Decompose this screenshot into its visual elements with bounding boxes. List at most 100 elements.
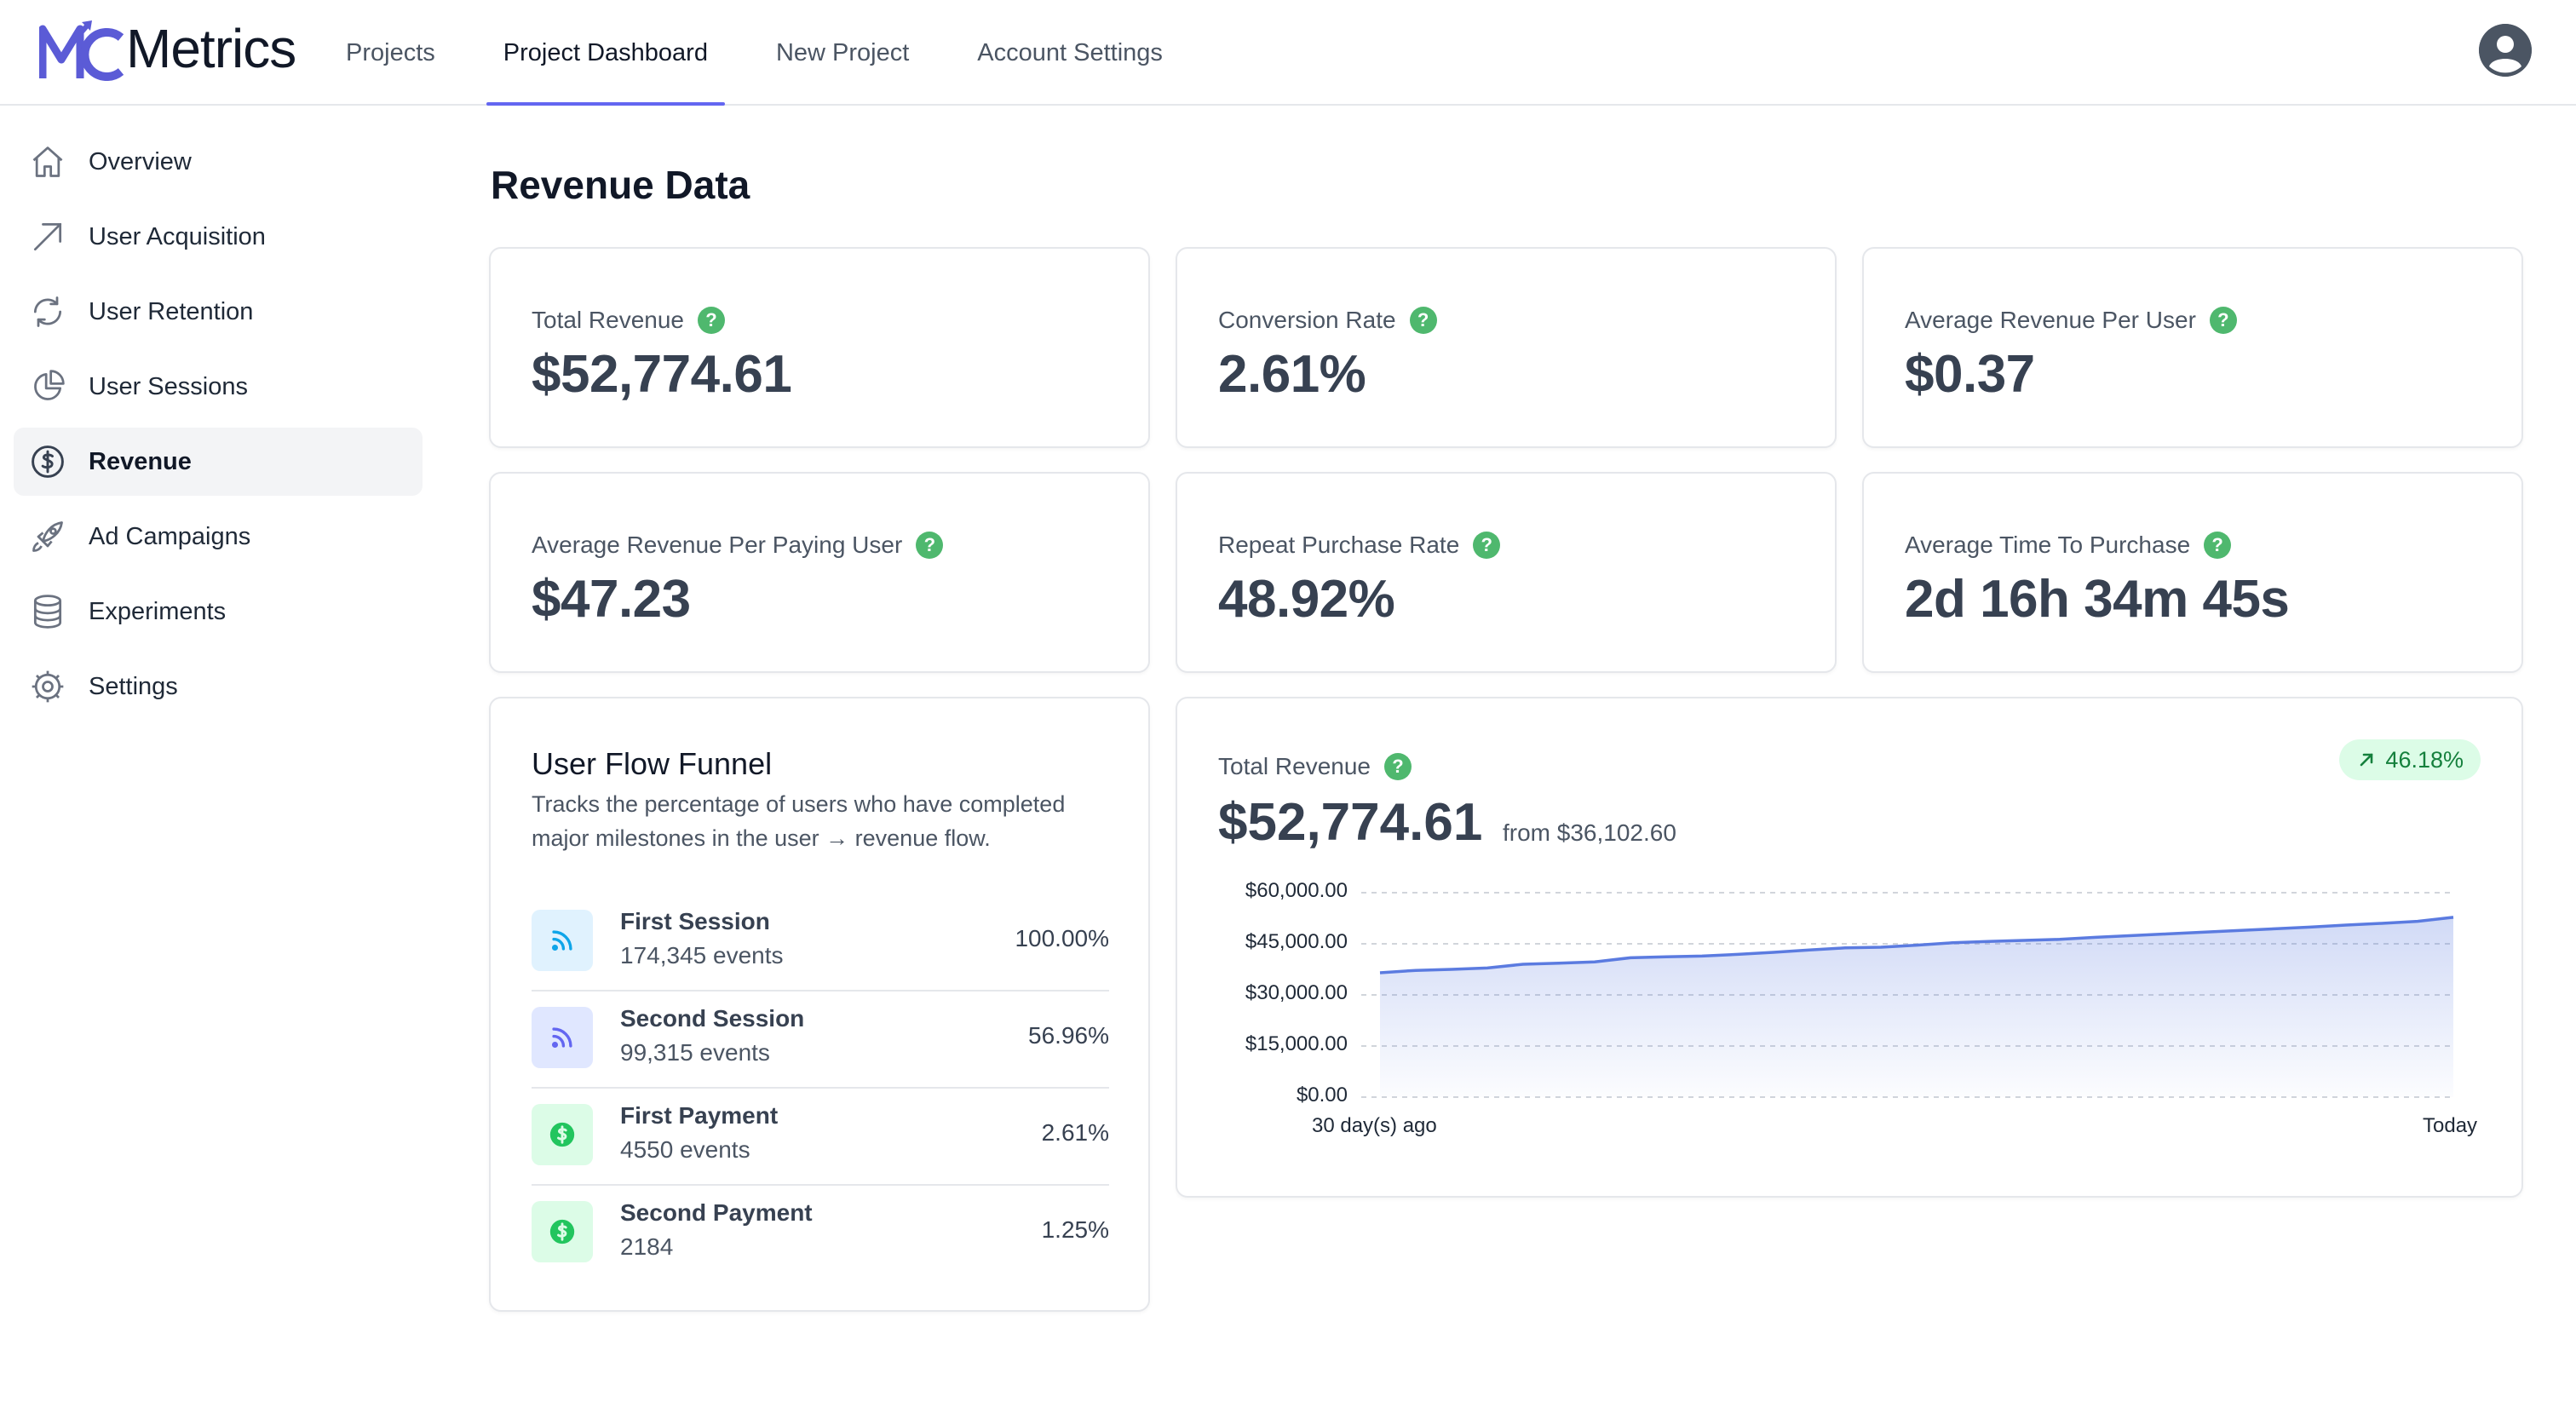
total-revenue-chart-card: Total Revenue ? $52,774.61 from $36,102.… bbox=[1176, 697, 2523, 1198]
y-tick-label: $30,000.00 bbox=[1245, 981, 1348, 1004]
sidebar-item-user-sessions[interactable]: User Sessions bbox=[14, 353, 423, 421]
stat-card-arpu: Average Revenue Per User ? $0.37 bbox=[1862, 247, 2523, 448]
sidebar-item-ad-campaigns[interactable]: Ad Campaigns bbox=[14, 503, 423, 571]
sidebar-item-label: Experiments bbox=[89, 597, 227, 625]
top-nav: Projects Project Dashboard New Project A… bbox=[324, 0, 1209, 106]
sidebar-item-revenue[interactable]: Revenue bbox=[14, 428, 423, 496]
stat-value: $0.37 bbox=[1905, 345, 2035, 404]
sidebar-item-label: Revenue bbox=[89, 447, 192, 475]
dollar-icon bbox=[532, 1201, 593, 1262]
stat-label: Repeat Purchase Rate ? bbox=[1218, 532, 1501, 559]
rss-icon bbox=[532, 910, 593, 971]
stat-label-text: Conversion Rate bbox=[1218, 307, 1396, 333]
help-icon[interactable]: ? bbox=[916, 532, 944, 559]
stat-label: Total Revenue ? bbox=[532, 307, 726, 334]
sidebar-item-label: User Sessions bbox=[89, 372, 248, 400]
x-tick-label: Today bbox=[2423, 1114, 2478, 1137]
funnel-description: Tracks the percentage of users who have … bbox=[532, 791, 1066, 851]
funnel-row-first-session: First Session 174,345 events 100.00% bbox=[532, 894, 1109, 992]
sidebar-item-label: Ad Campaigns bbox=[89, 522, 251, 550]
stat-label-text: Repeat Purchase Rate bbox=[1218, 532, 1460, 558]
funnel-row-first-payment: First Payment 4550 events 2.61% bbox=[532, 1089, 1109, 1186]
pie-chart-icon bbox=[29, 368, 66, 405]
nav-label: New Project bbox=[775, 38, 910, 66]
funnel-step-events: 2184 bbox=[620, 1233, 674, 1260]
funnel-step-name: First Session bbox=[620, 908, 770, 934]
stat-label-text: Average Revenue Per Paying User bbox=[532, 532, 903, 558]
funnel-step-name: Second Payment bbox=[620, 1199, 813, 1226]
user-flow-funnel-card: User Flow Funnel Tracks the percentage o… bbox=[489, 697, 1150, 1312]
x-tick-label: 30 day(s) ago bbox=[1312, 1114, 1437, 1137]
stat-label: Conversion Rate ? bbox=[1218, 307, 1437, 334]
stat-label: Average Time To Purchase ? bbox=[1905, 532, 2232, 559]
funnel-step-name: Second Session bbox=[620, 1005, 805, 1032]
nav-new-project[interactable]: New Project bbox=[754, 0, 931, 106]
app-logo[interactable]: Metrics bbox=[38, 10, 296, 87]
y-tick-label: $0.00 bbox=[1296, 1083, 1348, 1106]
stat-label: Average Revenue Per Paying User ? bbox=[532, 532, 944, 559]
help-icon[interactable]: ? bbox=[1473, 532, 1501, 559]
sidebar-item-user-acquisition[interactable]: User Acquisition bbox=[14, 203, 423, 271]
funnel-step-name: First Payment bbox=[620, 1102, 779, 1129]
sidebar-item-label: User Retention bbox=[89, 297, 254, 325]
page-title: Revenue Data bbox=[491, 163, 750, 207]
dollar-icon bbox=[29, 443, 66, 480]
user-avatar-icon[interactable] bbox=[2479, 24, 2532, 77]
stat-value: 2.61% bbox=[1218, 345, 1366, 404]
nav-account-settings[interactable]: Account Settings bbox=[955, 0, 1185, 106]
help-icon[interactable]: ? bbox=[2204, 532, 2232, 559]
funnel-title: User Flow Funnel bbox=[532, 746, 773, 781]
stat-card-repeat-purchase-rate: Repeat Purchase Rate ? 48.92% bbox=[1176, 472, 1837, 673]
sidebar: Overview User Acquisition User Retention… bbox=[0, 107, 436, 1414]
stat-card-arppu: Average Revenue Per Paying User ? $47.23 bbox=[489, 472, 1150, 673]
funnel-step-percent: 1.25% bbox=[1041, 1216, 1109, 1243]
funnel-step-events: 174,345 events bbox=[620, 942, 784, 969]
dollar-icon bbox=[532, 1104, 593, 1165]
funnel-row-second-payment: Second Payment 2184 1.25% bbox=[532, 1186, 1109, 1283]
nav-project-dashboard[interactable]: Project Dashboard bbox=[481, 0, 730, 106]
sidebar-item-user-retention[interactable]: User Retention bbox=[14, 278, 423, 346]
sidebar-item-label: Settings bbox=[89, 672, 178, 700]
funnel-step-percent: 100.00% bbox=[1015, 925, 1109, 951]
funnel-step-percent: 56.96% bbox=[1028, 1022, 1109, 1049]
refresh-icon bbox=[29, 293, 66, 331]
nav-label: Account Settings bbox=[977, 38, 1163, 66]
funnel-row-second-session: Second Session 99,315 events 56.96% bbox=[532, 992, 1109, 1089]
nav-projects[interactable]: Projects bbox=[324, 0, 457, 106]
stat-label-text: Total Revenue bbox=[532, 307, 685, 333]
stat-label-text: Average Time To Purchase bbox=[1905, 532, 2191, 558]
y-tick-label: $60,000.00 bbox=[1245, 879, 1348, 902]
sidebar-item-label: Overview bbox=[89, 147, 192, 175]
sidebar-item-label: User Acquisition bbox=[89, 222, 266, 250]
database-icon bbox=[29, 593, 66, 630]
stat-value: $47.23 bbox=[532, 570, 691, 629]
y-tick-label: $45,000.00 bbox=[1245, 930, 1348, 953]
sidebar-item-settings[interactable]: Settings bbox=[14, 652, 423, 721]
stat-card-total-revenue: Total Revenue ? $52,774.61 bbox=[489, 247, 1150, 448]
arrow-up-right-icon bbox=[29, 218, 66, 256]
home-icon bbox=[29, 143, 66, 181]
y-tick-label: $15,000.00 bbox=[1245, 1032, 1348, 1055]
stat-card-avg-time-to-purchase: Average Time To Purchase ? 2d 16h 34m 45… bbox=[1862, 472, 2523, 673]
nav-label: Projects bbox=[346, 38, 435, 66]
rocket-icon bbox=[29, 518, 66, 555]
funnel-step-events: 99,315 events bbox=[620, 1039, 770, 1066]
gear-icon bbox=[29, 668, 66, 705]
stat-value: $52,774.61 bbox=[532, 345, 792, 404]
help-icon[interactable]: ? bbox=[2209, 307, 2237, 334]
help-icon[interactable]: ? bbox=[1409, 307, 1437, 334]
nav-label: Project Dashboard bbox=[503, 38, 708, 66]
sidebar-item-experiments[interactable]: Experiments bbox=[14, 578, 423, 646]
top-navigation-bar: Metrics Projects Project Dashboard New P… bbox=[0, 0, 2576, 106]
help-icon[interactable]: ? bbox=[698, 307, 726, 334]
funnel-step-percent: 2.61% bbox=[1041, 1119, 1109, 1146]
stat-card-conversion-rate: Conversion Rate ? 2.61% bbox=[1176, 247, 1837, 448]
stat-value: 48.92% bbox=[1218, 570, 1395, 629]
stat-value: 2d 16h 34m 45s bbox=[1905, 570, 2290, 629]
sidebar-item-overview[interactable]: Overview bbox=[14, 128, 423, 196]
stat-label-text: Average Revenue Per User bbox=[1905, 307, 2196, 333]
logo-text: Metrics bbox=[126, 18, 296, 79]
logo-mark bbox=[38, 19, 124, 81]
funnel-step-events: 4550 events bbox=[620, 1136, 750, 1163]
stat-label: Average Revenue Per User ? bbox=[1905, 307, 2237, 334]
